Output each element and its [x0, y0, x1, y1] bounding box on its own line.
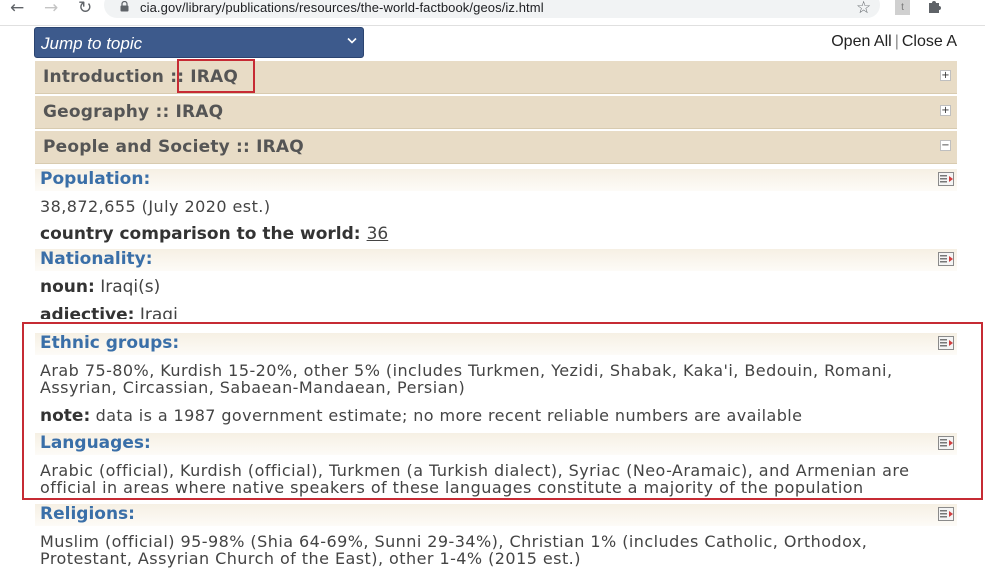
back-arrow-icon[interactable]: ←	[10, 0, 24, 17]
jump-to-topic-label: Jump to topic	[41, 34, 143, 53]
field-label[interactable]: Population:	[40, 169, 150, 189]
section-country: IRAQ	[175, 102, 224, 122]
collapse-minus-icon[interactable]: −	[940, 140, 951, 151]
highlight-box-ethnic-languages	[22, 322, 983, 500]
field-label[interactable]: Religions:	[40, 504, 135, 524]
religions-line-1: Muslim (official) 95-98% (Shia 64-69%, S…	[40, 532, 868, 551]
section-geography[interactable]: Geography :: IRAQ +	[35, 96, 957, 129]
religions-line-2: Protestant, Assyrian Church of the East)…	[40, 549, 581, 568]
section-title-text: People and Society ::	[43, 137, 251, 157]
url-text[interactable]: cia.gov/library/publications/resources/t…	[140, 0, 544, 15]
field-label-colon: :	[128, 504, 135, 524]
expand-plus-icon[interactable]: +	[940, 70, 951, 81]
field-compare-icon[interactable]	[938, 252, 954, 266]
extensions-puzzle-icon[interactable]	[927, 0, 943, 14]
field-compare-icon[interactable]	[938, 172, 954, 186]
lock-icon	[120, 1, 129, 12]
population-value: 38,872,655 (July 2020 est.)	[40, 197, 271, 216]
section-introduction[interactable]: Introduction :: IRAQ +	[35, 61, 957, 94]
adjective-label: adjective:	[40, 305, 135, 319]
comparison-rank-link[interactable]: 36	[367, 224, 389, 244]
nationality-adjective: adjective: Iraqi	[40, 305, 178, 319]
noun-value: Iraqi(s)	[100, 277, 161, 297]
section-title: People and Society :: IRAQ	[43, 137, 304, 157]
forward-arrow-icon[interactable]: →	[44, 0, 58, 17]
close-all-link[interactable]: Close A	[902, 33, 957, 50]
browser-divider	[0, 25, 985, 26]
field-label-text: Population	[40, 169, 144, 189]
nationality-noun: noun: Iraqi(s)	[40, 277, 160, 297]
field-label-colon: :	[145, 249, 153, 269]
field-header-population: Population:	[35, 169, 957, 191]
separator: |	[894, 33, 899, 50]
extension-t-icon[interactable]: t	[895, 0, 910, 15]
field-header-religions: Religions:	[35, 504, 957, 526]
reload-icon[interactable]: ↻	[78, 0, 92, 17]
section-country: IRAQ	[256, 137, 304, 157]
expand-plus-icon[interactable]: +	[940, 105, 951, 116]
section-people-and-society[interactable]: People and Society :: IRAQ −	[35, 131, 957, 164]
section-title: Geography :: IRAQ	[43, 102, 223, 122]
field-compare-icon[interactable]	[938, 507, 954, 521]
section-title-text: Introduction ::	[43, 67, 185, 87]
bookmark-star-icon[interactable]: ☆	[856, 0, 871, 18]
field-label-text: Religions	[40, 504, 129, 524]
field-label-text: Nationality	[40, 249, 146, 269]
noun-label: noun:	[40, 277, 95, 297]
browser-toolbar: ← → ↻ cia.gov/library/publications/resou…	[0, 0, 985, 22]
field-label[interactable]: Nationality:	[40, 249, 153, 269]
chevron-down-icon	[347, 37, 357, 44]
population-comparison: country comparison to the world: 36	[40, 224, 388, 244]
field-label-colon: :	[143, 169, 151, 189]
open-close-links: Open All | Close A	[831, 33, 957, 51]
comparison-label: country comparison to the world:	[40, 224, 361, 244]
highlight-box-country	[177, 59, 255, 93]
section-title-text: Geography ::	[43, 102, 170, 122]
adjective-value: Iraqi	[139, 305, 178, 319]
jump-to-topic-select[interactable]: Jump to topic	[34, 27, 364, 58]
open-all-link[interactable]: Open All	[831, 33, 891, 50]
field-header-nationality: Nationality:	[35, 249, 957, 271]
